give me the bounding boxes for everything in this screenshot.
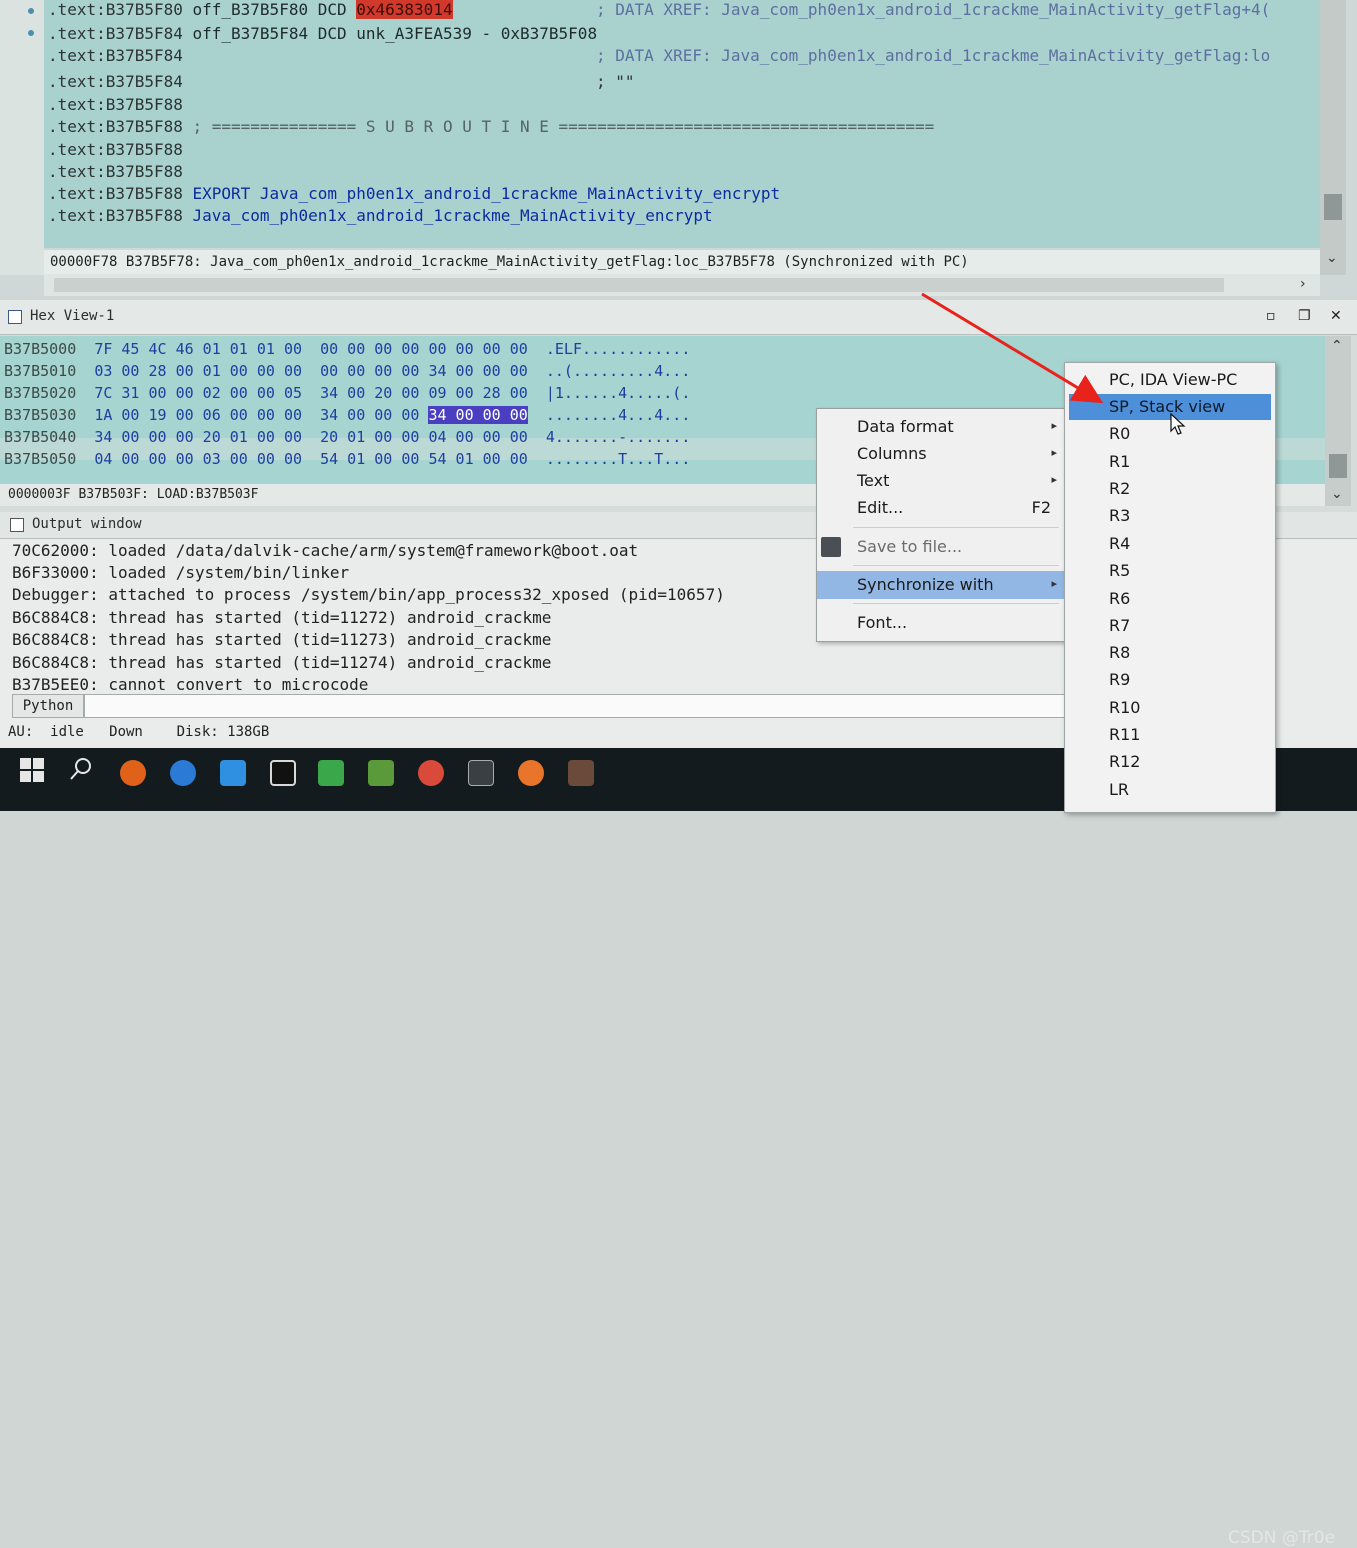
synchronize-submenu: PC, IDA View-PC SP, Stack view R0 R1 R2 … [1064,362,1276,813]
scrollbar-thumb[interactable] [1324,194,1342,220]
submenu-item-r11[interactable]: R11 [1069,722,1271,748]
submenu-item-r1[interactable]: R1 [1069,449,1271,475]
image-viewer-icon[interactable] [568,760,594,786]
menu-item-text[interactable]: Text ▸ [817,467,1065,495]
shortcut-key: F2 [1031,498,1051,517]
scroll-up-icon[interactable]: ⌃ [1331,338,1343,354]
hex-vertical-scrollbar[interactable]: ⌃ ⌄ [1325,336,1351,506]
log-line: B6C884C8: thread has started (tid=11274)… [12,653,552,672]
log-line: B6C884C8: thread has started (tid=11272)… [12,608,552,627]
submenu-arrow-icon: ▸ [1051,473,1057,486]
edge-browser-icon[interactable] [170,760,196,786]
terminal-icon[interactable] [468,760,494,786]
selected-bytes: 34 00 00 00 [428,406,528,424]
disasm-line[interactable]: .text:B37B5F88 ; =============== S U B R… [48,117,934,137]
menu-separator [853,527,1059,528]
chrome-icon[interactable] [418,760,444,786]
ida-status-line: 00000F78 B37B5F78: Java_com_ph0en1x_andr… [44,250,1320,274]
hex-row[interactable]: B37B5020 7C 31 00 00 02 00 00 05 34 00 2… [4,382,690,404]
submenu-item-r12[interactable]: R12 [1069,749,1271,775]
menu-item-font[interactable]: Font... [817,609,1065,637]
submenu-item-r9[interactable]: R9 [1069,667,1271,693]
log-line: Debugger: attached to process /system/bi… [12,585,725,604]
submenu-item-r5[interactable]: R5 [1069,558,1271,584]
green-app-icon[interactable] [318,760,344,786]
disasm-line[interactable]: .text:B37B5F84; "" [48,72,635,92]
hex-view-titlebar[interactable]: Hex View-1 ▫ ❐ ✕ [0,300,1357,335]
python-button[interactable]: Python [12,694,84,718]
ida-horizontal-scrollbar[interactable]: › [44,274,1320,296]
window-icon [10,518,24,532]
disasm-line[interactable]: .text:B37B5F88 [48,140,183,160]
log-line: 70C62000: loaded /data/dalvik-cache/arm/… [12,541,639,560]
hex-row[interactable]: B37B5010 03 00 28 00 01 00 00 00 00 00 0… [4,360,690,382]
menu-item-columns[interactable]: Columns ▸ [817,440,1065,468]
log-line: B6C884C8: thread has started (tid=11273)… [12,630,552,649]
floppy-disk-icon [821,537,841,557]
auto-analysis-status: AU: idle Down Disk: 138GB [8,724,270,740]
submenu-item-pc[interactable]: PC, IDA View-PC [1069,367,1271,393]
windows-start-icon[interactable] [20,758,44,782]
hex-row[interactable]: B37B5040 34 00 00 00 20 01 00 00 20 01 0… [4,426,690,448]
scroll-down-icon[interactable]: ⌄ [1326,250,1338,266]
hex-row[interactable]: B37B5030 1A 00 19 00 06 00 00 00 34 00 0… [4,404,690,426]
menu-item-data-format[interactable]: Data format ▸ [817,413,1065,441]
scroll-down-icon[interactable]: ⌄ [1331,486,1343,502]
vscode-icon[interactable] [220,760,246,786]
disassembly-listing[interactable]: .text:B37B5F80 off_B37B5F80 DCD 0x463830… [44,0,1320,248]
menu-separator [853,603,1059,604]
ida-app-icon[interactable] [120,760,146,786]
breakpoint-bullet[interactable] [28,8,34,14]
disasm-line[interactable]: .text:B37B5F80 off_B37B5F80 DCD 0x463830… [48,0,1270,20]
submenu-item-r10[interactable]: R10 [1069,695,1271,721]
submenu-arrow-icon: ▸ [1051,419,1057,432]
menu-item-synchronize-with[interactable]: Synchronize with ▸ [817,571,1065,599]
notepad-app-icon[interactable] [368,760,394,786]
hex-view-title: Hex View-1 [30,308,115,324]
arrow-gutter [0,0,44,275]
firefox-icon[interactable] [518,760,544,786]
menu-item-edit[interactable]: Edit... F2 [817,494,1065,522]
submenu-item-r8[interactable]: R8 [1069,640,1271,666]
disasm-line[interactable]: .text:B37B5F84 off_B37B5F84 DCD unk_A3FE… [48,24,597,44]
log-line: B6F33000: loaded /system/bin/linker [12,563,350,582]
ida-vertical-scrollbar[interactable]: ⌄ [1320,0,1346,275]
restore-icon[interactable]: ❐ [1298,308,1311,324]
scroll-right-icon[interactable]: › [1300,276,1306,292]
search-icon[interactable] [68,756,94,782]
watermark: CSDN @Tr0e [1228,1528,1336,1548]
submenu-item-lr[interactable]: LR [1069,777,1271,803]
submenu-arrow-icon: ▸ [1051,446,1057,459]
python-command-input[interactable] [84,694,1076,718]
submenu-item-r2[interactable]: R2 [1069,476,1271,502]
submenu-item-r6[interactable]: R6 [1069,586,1271,612]
python-command-bar: Python [6,694,1086,718]
menu-item-save-to-file[interactable]: Save to file... [817,533,1065,561]
submenu-item-r4[interactable]: R4 [1069,531,1271,557]
scrollbar-thumb[interactable] [54,278,1224,292]
ida-view-pane: .text:B37B5F80 off_B37B5F80 DCD 0x463830… [0,0,1357,298]
minimize-icon[interactable]: ▫ [1266,308,1276,324]
intellij-icon[interactable] [270,760,296,786]
window-icon [8,310,22,324]
hex-row[interactable]: B37B5000 7F 45 4C 46 01 01 01 00 00 00 0… [4,338,690,360]
submenu-item-r3[interactable]: R3 [1069,503,1271,529]
highlighted-value: 0x46383014 [356,0,453,19]
submenu-item-r7[interactable]: R7 [1069,613,1271,639]
output-window-title: Output window [32,516,142,532]
disasm-line[interactable]: .text:B37B5F88 [48,95,183,115]
close-icon[interactable]: ✕ [1330,308,1342,324]
disasm-line[interactable]: .text:B37B5F84; DATA XREF: Java_com_ph0e… [48,46,1270,66]
disasm-line[interactable]: .text:B37B5F88 EXPORT Java_com_ph0en1x_a… [48,184,780,204]
breakpoint-bullet[interactable] [28,30,34,36]
submenu-arrow-icon: ▸ [1051,577,1057,590]
scrollbar-thumb[interactable] [1329,454,1347,478]
log-line: B37B5EE0: cannot convert to microcode [12,675,369,694]
disasm-line[interactable]: .text:B37B5F88 [48,162,183,182]
menu-separator [853,565,1059,566]
hex-row[interactable]: B37B5050 04 00 00 00 03 00 00 00 54 01 0… [4,448,690,470]
hex-context-menu: Data format ▸ Columns ▸ Text ▸ Edit... F2 Sa… [816,408,1066,642]
disasm-line[interactable]: .text:B37B5F88 Java_com_ph0en1x_android_… [48,206,713,226]
mouse-cursor-icon [1170,413,1186,435]
